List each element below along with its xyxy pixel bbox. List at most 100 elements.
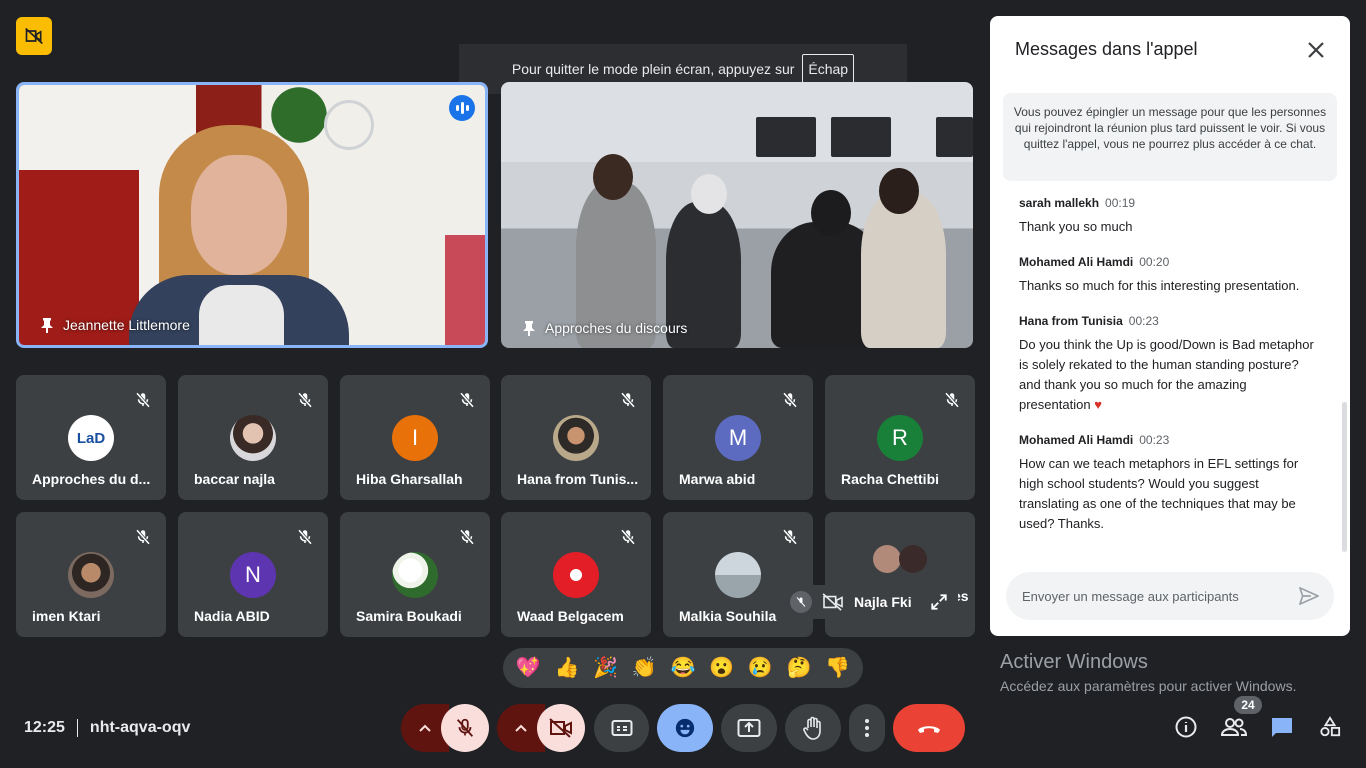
activation-subtitle: Accédez aux paramètres pour activer Wind… — [1000, 678, 1297, 694]
present-screen-button[interactable] — [721, 704, 777, 752]
participant-name: baccar najla — [194, 471, 275, 487]
reaction-surprised[interactable]: 😮 — [709, 658, 734, 678]
message-text: Thanks so much for this interesting pres… — [1019, 278, 1300, 293]
end-call-icon — [918, 726, 940, 733]
chat-scrollbar[interactable] — [1342, 402, 1347, 552]
reaction-thumbs-down[interactable]: 👎 — [825, 658, 850, 678]
participant-tile[interactable]: N Nadia ABID — [178, 512, 328, 637]
message-time: 00:20 — [1139, 255, 1170, 269]
send-icon[interactable] — [1298, 586, 1320, 606]
mic-off-icon — [620, 392, 636, 408]
avatar-letter: R — [877, 415, 923, 461]
raise-hand-button[interactable] — [785, 704, 841, 752]
reactions-button[interactable] — [657, 704, 713, 752]
escape-key-hint: Échap — [802, 54, 855, 84]
participant-name: Jeannette Littlemore — [63, 317, 190, 333]
leave-call-button[interactable] — [893, 704, 965, 752]
participant-name: Approches du d... — [32, 471, 151, 487]
self-view-name: Najla Fki — [854, 594, 912, 610]
chat-message-input[interactable] — [1022, 588, 1298, 604]
message-text: Do you think the Up is good/Down is Bad … — [1019, 335, 1319, 415]
reaction-clapping[interactable]: 👏 — [632, 658, 657, 678]
avatar-letter: I — [392, 415, 438, 461]
chat-message: Mohamed Ali Hamdi 00:23 How can we teach … — [1019, 433, 1319, 534]
participant-name: Approches du discours — [545, 320, 688, 336]
emoji-icon — [675, 718, 695, 738]
self-view-tile[interactable]: Najla Fki — [780, 585, 958, 619]
participant-tile[interactable]: Hana from Tunis... — [501, 375, 651, 500]
reaction-crying[interactable]: 😢 — [748, 658, 773, 678]
info-icon — [1175, 716, 1197, 738]
chat-panel: Messages dans l'appel Vous pouvez épingl… — [990, 16, 1350, 636]
participant-tile[interactable]: LaD Approches du d... — [16, 375, 166, 500]
participant-tile[interactable]: imen Ktari — [16, 512, 166, 637]
chevron-up-icon — [515, 724, 527, 732]
video-off-icon — [25, 27, 43, 45]
mic-off-icon — [782, 529, 798, 545]
mic-off-icon — [456, 718, 474, 737]
mic-off-icon — [459, 392, 475, 408]
message-time: 00:23 — [1128, 314, 1159, 328]
speaking-indicator-icon — [449, 95, 475, 121]
video-tile-approches[interactable]: Approches du discours — [501, 82, 973, 348]
divider — [76, 719, 78, 737]
participant-tile[interactable]: R Racha Chettibi — [825, 375, 975, 500]
message-body: Do you think the Up is good/Down is Bad … — [1019, 337, 1314, 412]
message-author: sarah mallekh — [1019, 196, 1100, 210]
participant-name: Nadia ABID — [194, 608, 270, 624]
captions-button[interactable] — [594, 704, 649, 752]
avatar-photo — [899, 545, 927, 573]
avatar-letter: N — [230, 552, 276, 598]
video-off-icon — [822, 593, 843, 611]
participant-tile[interactable]: Samira Boukadi — [340, 512, 490, 637]
people-button[interactable] — [1220, 713, 1248, 741]
mic-off-icon — [135, 529, 151, 545]
reaction-party-popper[interactable]: 🎉 — [593, 658, 618, 678]
people-icon — [1221, 718, 1247, 736]
avatar-photo — [715, 552, 761, 598]
avatar-photo — [553, 552, 599, 598]
chat-button[interactable] — [1268, 713, 1296, 741]
classroom-video — [501, 82, 973, 348]
reaction-laughing[interactable]: 😂 — [671, 658, 696, 678]
message-author: Mohamed Ali Hamdi — [1019, 255, 1134, 269]
message-text: How can we teach metaphors in EFL settin… — [1019, 456, 1299, 531]
participant-tile[interactable]: I Hiba Gharsallah — [340, 375, 490, 500]
video-tile-jeannette[interactable]: Jeannette Littlemore — [16, 82, 488, 348]
participant-name: Hana from Tunis... — [517, 471, 639, 487]
message-time: 00:23 — [1139, 433, 1170, 447]
reaction-sparkling-heart[interactable]: 💖 — [516, 658, 541, 678]
participant-name: imen Ktari — [32, 608, 101, 624]
participant-name: Waad Belgacem — [517, 608, 624, 624]
mic-off-icon — [459, 529, 475, 545]
more-options-button[interactable] — [849, 704, 885, 752]
avatar-photo — [553, 415, 599, 461]
captions-icon — [611, 720, 632, 736]
avatar-photo — [392, 552, 438, 598]
chat-icon — [1272, 718, 1292, 737]
avatar-photo — [230, 415, 276, 461]
reaction-thumbs-up[interactable]: 👍 — [555, 658, 580, 678]
mic-toggle-button[interactable] — [441, 704, 489, 752]
participant-tile[interactable]: baccar najla — [178, 375, 328, 500]
reaction-thinking[interactable]: 🤔 — [786, 658, 811, 678]
participant-name: Racha Chettibi — [841, 471, 940, 487]
pin-icon[interactable] — [521, 320, 537, 336]
chat-input-box — [1006, 572, 1334, 620]
present-icon — [737, 719, 761, 737]
activities-button[interactable] — [1316, 713, 1344, 741]
mic-off-icon — [135, 392, 151, 408]
participant-tile[interactable]: M Marwa abid — [663, 375, 813, 500]
meeting-details-button[interactable] — [1172, 713, 1200, 741]
pin-icon[interactable] — [39, 317, 55, 333]
chat-message: sarah mallekh 00:19 Thank you so much — [1019, 196, 1319, 237]
windows-activation-watermark: Activer Windows Accédez aux paramètres p… — [1000, 651, 1296, 694]
expand-icon[interactable] — [930, 593, 948, 611]
avatar-letter: M — [715, 415, 761, 461]
participant-tile[interactable]: Waad Belgacem — [501, 512, 651, 637]
heart-emoji: ♥ — [1094, 397, 1102, 412]
close-icon[interactable] — [1304, 38, 1328, 62]
participant-video — [19, 85, 485, 345]
chat-message-list: sarah mallekh 00:19 Thank you so much Moh… — [1019, 196, 1319, 552]
camera-toggle-button[interactable] — [537, 704, 585, 752]
